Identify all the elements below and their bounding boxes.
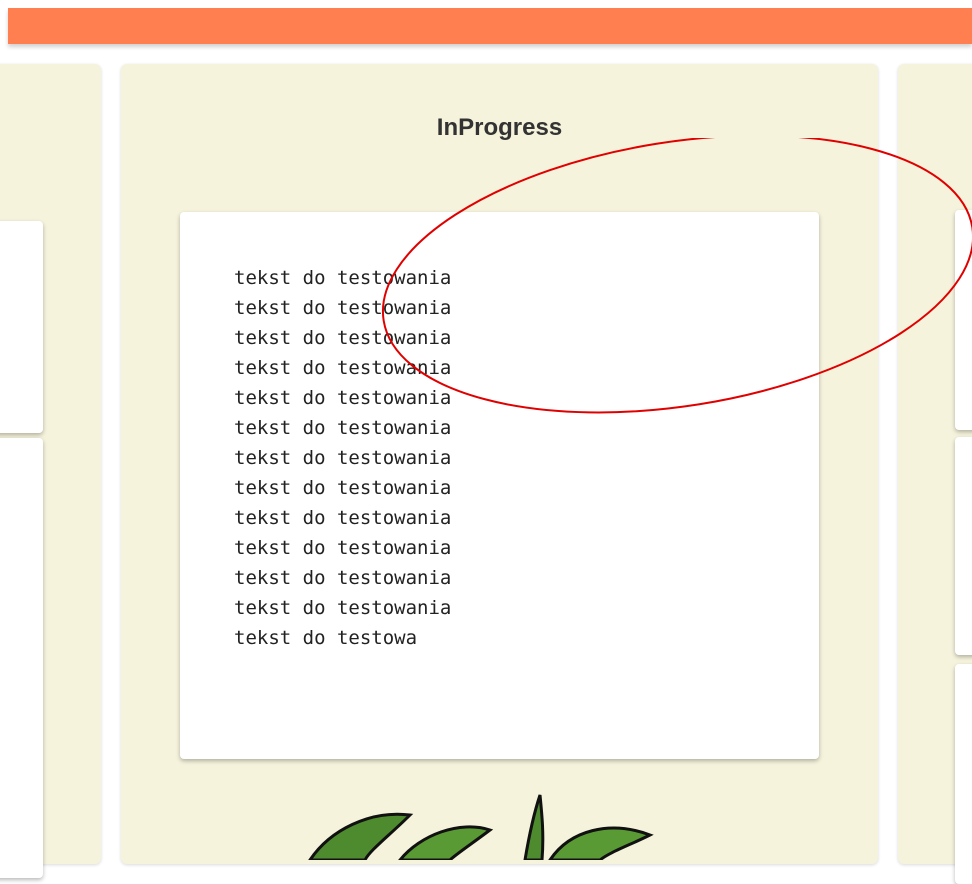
task-card-line: tekst do testowania (234, 537, 452, 559)
task-card[interactable]: tekst do testowania tekst do testowania te… (180, 212, 819, 759)
card-right-2[interactable] (955, 437, 972, 655)
top-bar (8, 8, 972, 44)
task-card-line: tekst do testowania (234, 297, 452, 319)
card-left-1[interactable] (0, 221, 43, 433)
column-title: InProgress (436, 114, 563, 141)
task-card-line: tekst do testowania (234, 357, 452, 379)
column-left (0, 64, 101, 878)
task-card-line: tekst do testowania (234, 477, 452, 499)
column-right (898, 64, 972, 884)
card-right-3[interactable] (955, 664, 972, 884)
task-card-line: tekst do testowania (234, 447, 452, 469)
task-card-line: tekst do testowania (234, 507, 452, 529)
column-inprogress: InProgress tekst do testowania tekst do t… (121, 64, 878, 864)
task-card-line: tekst do testowania (234, 597, 452, 619)
task-card-line: tekst do testowania (234, 417, 452, 439)
task-card-line: tekst do testowania (234, 567, 452, 589)
task-card-text: tekst do testowania tekst do testowania te… (234, 263, 451, 653)
task-card-line: tekst do testowa (234, 627, 418, 649)
task-card-line: tekst do testowania (234, 327, 452, 349)
task-card-line: tekst do testowania (234, 267, 452, 289)
plant-leaves-icon (308, 794, 654, 860)
card-right-1[interactable] (955, 210, 972, 430)
task-card-line: tekst do testowania (234, 387, 452, 409)
card-left-2[interactable] (0, 438, 43, 878)
